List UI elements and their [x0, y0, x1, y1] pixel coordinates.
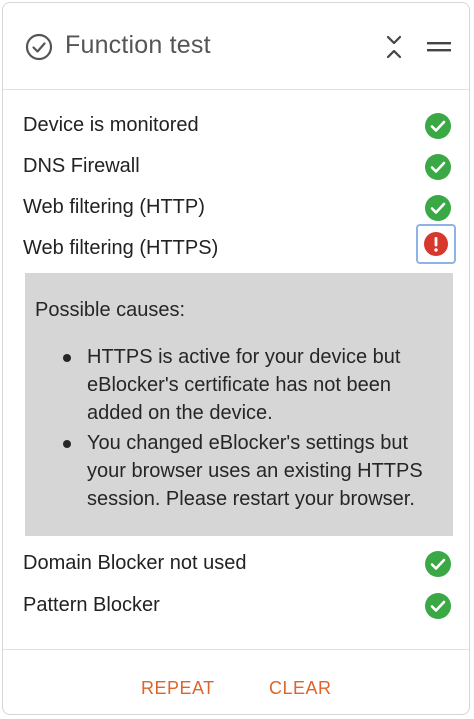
check-label: Web filtering (HTTPS): [23, 237, 219, 259]
check-row-web-filtering-https: Web filtering (HTTPS): [3, 224, 469, 267]
check-row-dns-firewall: DNS Firewall: [3, 149, 469, 185]
repeat-button[interactable]: REPEAT: [141, 678, 215, 699]
check-ok-icon: [425, 113, 451, 139]
card-footer: REPEAT CLEAR: [3, 649, 469, 714]
check-label: Pattern Blocker: [23, 594, 160, 616]
check-row-device-monitored: Device is monitored: [3, 108, 469, 144]
check-label: Domain Blocker not used: [23, 552, 247, 574]
cause-item: HTTPS is active for your device but eBlo…: [61, 343, 431, 427]
check-row-domain-blocker: Domain Blocker not used: [3, 546, 469, 582]
menu-icon[interactable]: [427, 40, 451, 54]
check-label: DNS Firewall: [23, 155, 140, 177]
cause-item: You changed eBlocker's settings but your…: [61, 429, 431, 513]
cause-text: HTTPS is active for your device but eBlo…: [87, 346, 401, 424]
check-row-web-filtering-http: Web filtering (HTTP): [3, 190, 469, 226]
check-ok-icon: [425, 551, 451, 577]
error-icon: [424, 232, 448, 256]
collapse-icon[interactable]: [384, 34, 404, 60]
possible-causes-list: HTTPS is active for your device but eBlo…: [61, 343, 431, 515]
card-header: Function test: [3, 3, 469, 90]
check-label: Device is monitored: [23, 114, 199, 136]
function-test-card: Function test Device is monitored DNS Fi…: [2, 2, 470, 715]
check-circle-icon: [25, 33, 53, 61]
check-ok-icon: [425, 195, 451, 221]
check-ok-icon: [425, 154, 451, 180]
bullet-icon: [63, 354, 71, 362]
check-label: Web filtering (HTTP): [23, 196, 205, 218]
check-row-pattern-blocker: Pattern Blocker: [3, 588, 469, 624]
check-ok-icon: [425, 593, 451, 619]
clear-button[interactable]: CLEAR: [269, 678, 332, 699]
possible-causes-panel: Possible causes: HTTPS is active for you…: [25, 273, 453, 536]
cause-text: You changed eBlocker's settings but your…: [87, 432, 423, 510]
error-status-toggle[interactable]: [416, 224, 456, 264]
possible-causes-title: Possible causes:: [35, 299, 186, 321]
card-title: Function test: [65, 31, 211, 59]
bullet-icon: [63, 440, 71, 448]
